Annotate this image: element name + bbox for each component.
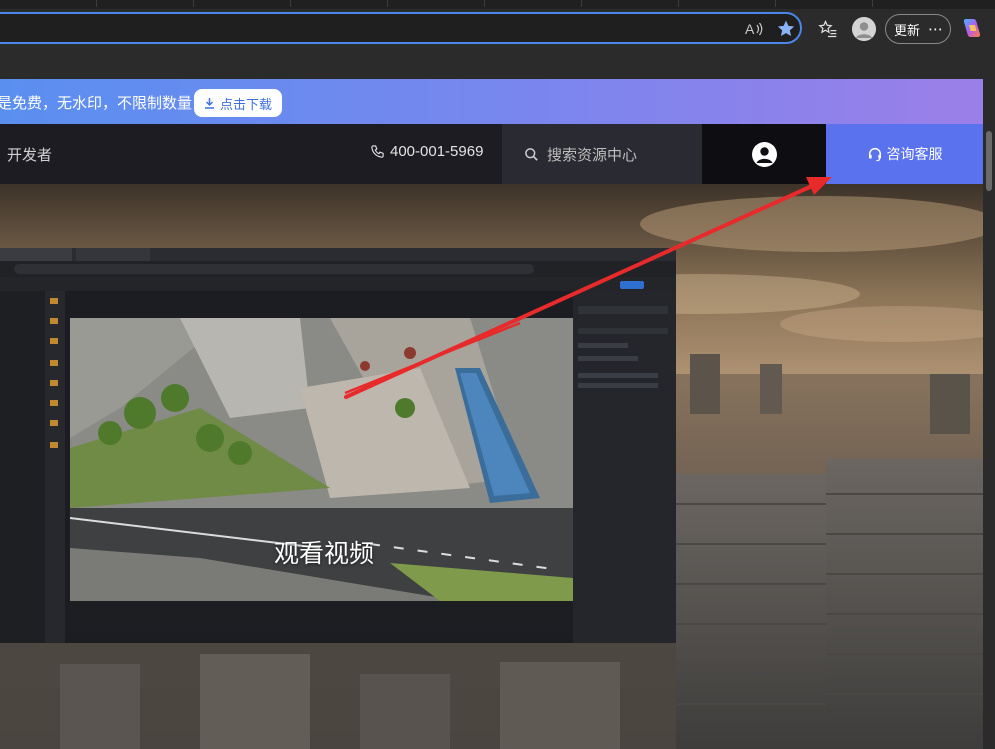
customer-service-label: 咨询客服: [886, 146, 943, 162]
hero-section: 观看视频: [0, 184, 983, 749]
customer-service-button[interactable]: 咨询客服: [826, 124, 983, 184]
update-button-label: 更新: [894, 22, 921, 38]
resource-search[interactable]: 搜索资源中心: [502, 124, 702, 184]
update-button[interactable]: 更新 ⋯: [885, 14, 951, 44]
promo-banner: 是免费，无水印，不限制数量 点击下载: [0, 79, 983, 124]
promo-text: 是免费，无水印，不限制数量: [0, 95, 193, 112]
user-menu[interactable]: [702, 124, 826, 184]
tab-separator: [387, 0, 388, 7]
watch-video-label[interactable]: 观看视频: [274, 534, 374, 570]
tab-separator: [872, 0, 873, 7]
address-bar[interactable]: [0, 12, 802, 44]
svg-text:A: A: [745, 21, 755, 37]
tab-strip: [0, 0, 995, 9]
tab-separator: [290, 0, 291, 7]
profile-avatar-icon[interactable]: [852, 17, 876, 41]
page-viewport: 是免费，无水印，不限制数量 点击下载 开发者 400-001-5969 搜索资源…: [0, 79, 983, 749]
download-button[interactable]: 点击下载: [194, 89, 282, 117]
download-icon: [204, 98, 214, 109]
user-icon[interactable]: [751, 141, 777, 167]
tab-separator: [484, 0, 485, 7]
copilot-icon[interactable]: [960, 16, 984, 40]
favorites-list-icon[interactable]: [816, 17, 840, 41]
tab-separator: [193, 0, 194, 7]
headset-icon: [868, 148, 881, 162]
tab-separator: [775, 0, 776, 7]
nav-item-developer[interactable]: 开发者: [7, 144, 52, 165]
more-icon[interactable]: ⋯: [928, 20, 944, 38]
video-preview-image: [0, 248, 676, 643]
search-placeholder: 搜索资源中心: [547, 146, 638, 164]
scrollbar-thumb[interactable]: [986, 131, 992, 191]
tab-separator: [581, 0, 582, 7]
site-nav: 开发者 400-001-5969 搜索资源中心 咨询客服: [0, 124, 983, 184]
download-button-label: 点击下载: [219, 96, 272, 112]
browser-toolbar: [0, 9, 995, 51]
read-aloud-icon[interactable]: A: [744, 19, 764, 39]
video-thumbnail[interactable]: 观看视频: [0, 248, 676, 643]
tab-separator: [96, 0, 97, 7]
browser-chrome-gap: [0, 51, 995, 79]
star-filled-icon[interactable]: [775, 18, 797, 40]
phone-icon: [371, 145, 384, 158]
phone-number: 400-001-5969: [390, 143, 484, 160]
phone-contact[interactable]: 400-001-5969: [370, 143, 483, 160]
search-icon: [525, 147, 538, 161]
tab-separator: [678, 0, 679, 7]
page-scrollbar[interactable]: [983, 79, 995, 749]
